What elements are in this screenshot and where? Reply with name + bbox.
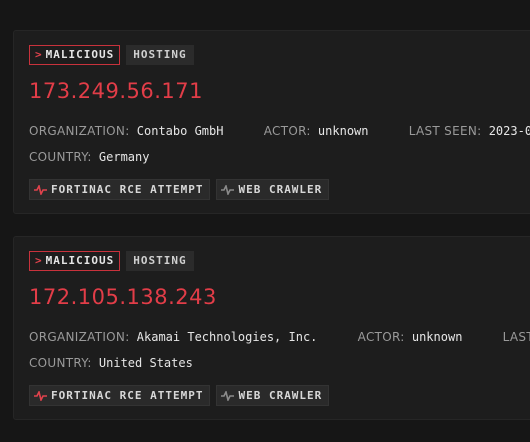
last-seen-field: LAST S (502, 330, 530, 344)
tag-fortinac-rce-attempt[interactable]: FORTINAC RCE ATTEMPT (29, 385, 211, 406)
ip-result-card[interactable]: > MALICIOUS HOSTING 173.249.56.171 ORGANI… (13, 30, 530, 214)
pulse-icon (221, 184, 235, 195)
country-field: COUNTRY: Germany (29, 150, 150, 164)
organization-field: ORGANIZATION: Akamai Technologies, Inc. (29, 330, 318, 344)
pulse-icon (34, 390, 47, 401)
tag-list: FORTINAC RCE ATTEMPT WEB CRAWLER (29, 385, 330, 406)
country-field: COUNTRY: United States (29, 356, 193, 370)
tag-fortinac-rce-attempt[interactable]: FORTINAC RCE ATTEMPT (29, 179, 211, 200)
classification-badges: > MALICIOUS HOSTING (29, 45, 194, 65)
ip-address-link[interactable]: 172.105.138.243 (29, 285, 217, 309)
metadata-row: ORGANIZATION: Akamai Technologies, Inc. … (29, 330, 530, 344)
organization-field: ORGANIZATION: Contabo GmbH (29, 124, 224, 138)
malicious-badge: > MALICIOUS (29, 45, 121, 65)
pulse-icon (221, 390, 235, 401)
ip-address-link[interactable]: 173.249.56.171 (29, 79, 203, 103)
malicious-badge: > MALICIOUS (29, 251, 121, 271)
actor-field: ACTOR: unknown (263, 124, 369, 138)
pulse-icon (34, 184, 47, 195)
last-seen-field: LAST SEEN: 2023-02- (408, 124, 530, 138)
chevron-right-icon: > (35, 254, 43, 267)
classification-badges: > MALICIOUS HOSTING (29, 251, 194, 271)
chevron-right-icon: > (35, 48, 43, 61)
hosting-badge: HOSTING (126, 45, 194, 65)
tag-web-crawler[interactable]: WEB CRAWLER (216, 179, 330, 200)
metadata-row: ORGANIZATION: Contabo GmbH ACTOR: unknow… (29, 124, 530, 138)
actor-field: ACTOR: unknown (357, 330, 463, 344)
tag-web-crawler[interactable]: WEB CRAWLER (216, 385, 330, 406)
ip-result-card[interactable]: > MALICIOUS HOSTING 172.105.138.243 ORGAN… (13, 236, 530, 420)
hosting-badge: HOSTING (126, 251, 194, 271)
tag-list: FORTINAC RCE ATTEMPT WEB CRAWLER (29, 179, 330, 200)
